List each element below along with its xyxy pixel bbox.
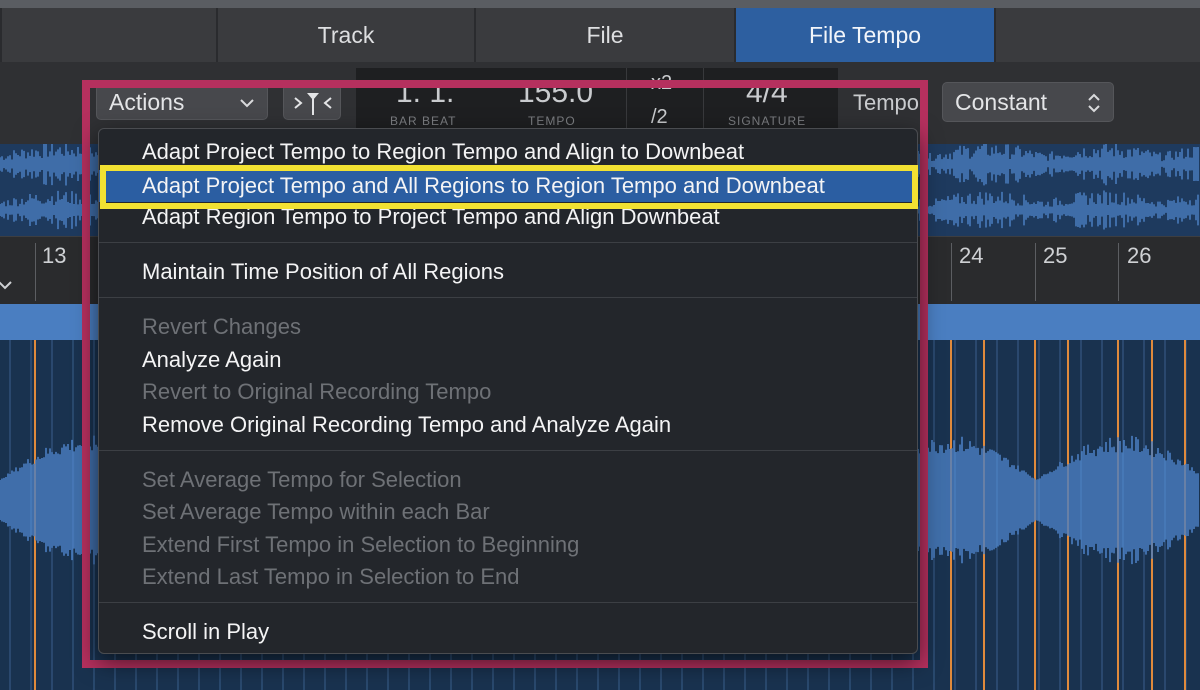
- tempo-mode-value: Constant: [955, 89, 1048, 115]
- tab-file-tempo[interactable]: File Tempo: [734, 8, 994, 62]
- menu-separator: [99, 602, 917, 603]
- menu-item-analyze-again[interactable]: Analyze Again: [142, 347, 281, 373]
- menu-item-set-average-selection: Set Average Tempo for Selection: [142, 467, 462, 492]
- menu-separator: [99, 450, 917, 451]
- chevron-down-icon: [0, 281, 12, 290]
- menu-item-extend-last-tempo: Extend Last Tempo in Selection to End: [142, 564, 520, 589]
- tempo-mode-select[interactable]: Constant: [942, 82, 1114, 122]
- bar-tick: [951, 243, 952, 301]
- menu-item-set-average-each-bar: Set Average Tempo within each Bar: [142, 499, 490, 524]
- menu-separator: [99, 297, 917, 298]
- bar-number: 13: [42, 243, 67, 268]
- tab-spacer-right: [994, 8, 1200, 62]
- window-top-strip: [0, 0, 1200, 8]
- menu-item-revert-original-tempo: Revert to Original Recording Tempo: [142, 379, 492, 404]
- bar-tick: [1118, 243, 1119, 301]
- annotation-highlight-selected: [100, 165, 918, 209]
- bar-number: 26: [1127, 243, 1152, 268]
- menu-item-maintain-time-position[interactable]: Maintain Time Position of All Regions: [142, 259, 504, 285]
- stepper-updown-icon: [1088, 93, 1100, 113]
- tab-file-label: File: [586, 21, 624, 48]
- menu-item-remove-original-tempo[interactable]: Remove Original Recording Tempo and Anal…: [142, 412, 671, 438]
- bar-number: 24: [959, 243, 984, 268]
- tab-bar: Track File File Tempo: [0, 8, 1200, 63]
- tab-track-label: Track: [317, 21, 375, 48]
- bar-number: 25: [1043, 243, 1068, 268]
- tab-file-tempo-label: File Tempo: [808, 21, 922, 48]
- menu-item-adapt-project-tempo-align[interactable]: Adapt Project Tempo to Region Tempo and …: [142, 139, 744, 165]
- menu-item-revert-changes: Revert Changes: [142, 314, 301, 339]
- menu-item-extend-first-tempo: Extend First Tempo in Selection to Begin…: [142, 532, 580, 557]
- bar-tick: [1035, 243, 1036, 301]
- menu-item-scroll-in-play[interactable]: Scroll in Play: [142, 619, 269, 645]
- tab-track[interactable]: Track: [216, 8, 474, 62]
- bar-tick: [35, 243, 36, 301]
- tab-file[interactable]: File: [474, 8, 734, 62]
- menu-separator: [99, 242, 917, 243]
- tab-spacer: [0, 8, 216, 62]
